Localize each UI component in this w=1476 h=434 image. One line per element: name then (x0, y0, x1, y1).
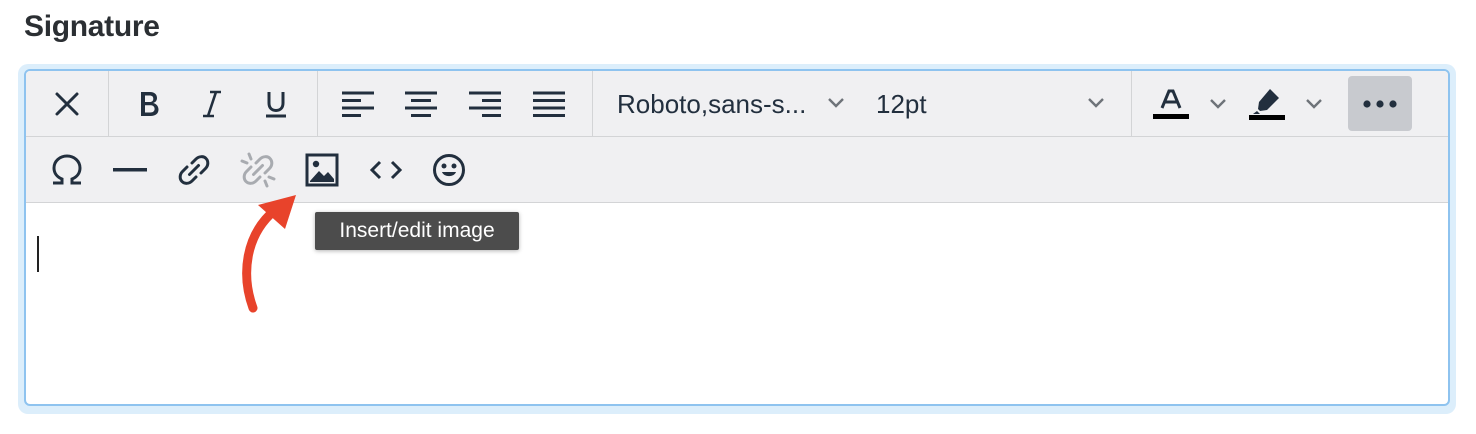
horizontal-line-button[interactable] (107, 147, 153, 193)
link-button[interactable] (171, 147, 217, 193)
text-color-dropdown[interactable] (1200, 91, 1236, 117)
text-color-icon (1153, 89, 1189, 119)
highlight-color-button[interactable] (1244, 81, 1290, 127)
bold-button[interactable] (126, 81, 172, 127)
align-justify-icon (533, 91, 565, 117)
bold-icon (141, 92, 159, 116)
close-icon (55, 92, 79, 116)
font-family-select[interactable]: Roboto,sans-s... (604, 79, 854, 129)
remove-format-button[interactable] (44, 81, 90, 127)
chevron-down-icon (1210, 99, 1226, 109)
toolbar-separator (1131, 71, 1132, 136)
more-button[interactable] (1348, 76, 1412, 131)
toolbar-separator (108, 71, 109, 136)
italic-icon (203, 90, 221, 118)
font-family-value: Roboto,sans-s... (617, 89, 807, 119)
underline-icon (266, 92, 286, 118)
more-icon (1363, 99, 1397, 108)
chevron-down-icon (1088, 98, 1104, 108)
annotation-arrow-icon (242, 195, 296, 313)
section-title: Signature (24, 10, 160, 43)
highlight-color-dropdown[interactable] (1296, 91, 1332, 117)
emoticons-button[interactable] (426, 147, 472, 193)
source-code-button[interactable] (363, 147, 409, 193)
font-size-value: 12pt (876, 89, 927, 119)
align-left-icon (342, 91, 374, 117)
text-color-button[interactable] (1148, 81, 1194, 127)
omega-icon (52, 154, 82, 185)
chevron-down-icon (828, 98, 844, 108)
align-justify-button[interactable] (526, 81, 572, 127)
image-icon (305, 153, 339, 187)
align-left-button[interactable] (335, 81, 381, 127)
insert-image-button[interactable] (299, 147, 345, 193)
chevron-down-icon (1306, 99, 1322, 109)
link-icon (178, 155, 210, 185)
toolbar-row-1: Roboto,sans-s... 12pt (26, 71, 1448, 137)
horizontal-line-icon (113, 168, 147, 172)
toolbar-separator (592, 71, 593, 136)
italic-button[interactable] (189, 81, 235, 127)
align-right-icon (469, 91, 501, 117)
align-center-button[interactable] (398, 81, 444, 127)
underline-button[interactable] (253, 81, 299, 127)
text-caret (37, 236, 39, 272)
special-character-button[interactable] (44, 147, 90, 193)
smiley-icon (433, 154, 465, 186)
font-size-select[interactable]: 12pt (864, 79, 1114, 129)
insert-image-tooltip: Insert/edit image (315, 212, 519, 250)
toolbar-separator (317, 71, 318, 136)
highlighter-icon (1249, 89, 1285, 120)
align-right-button[interactable] (462, 81, 508, 127)
code-icon (369, 160, 403, 180)
align-center-icon (405, 91, 437, 117)
